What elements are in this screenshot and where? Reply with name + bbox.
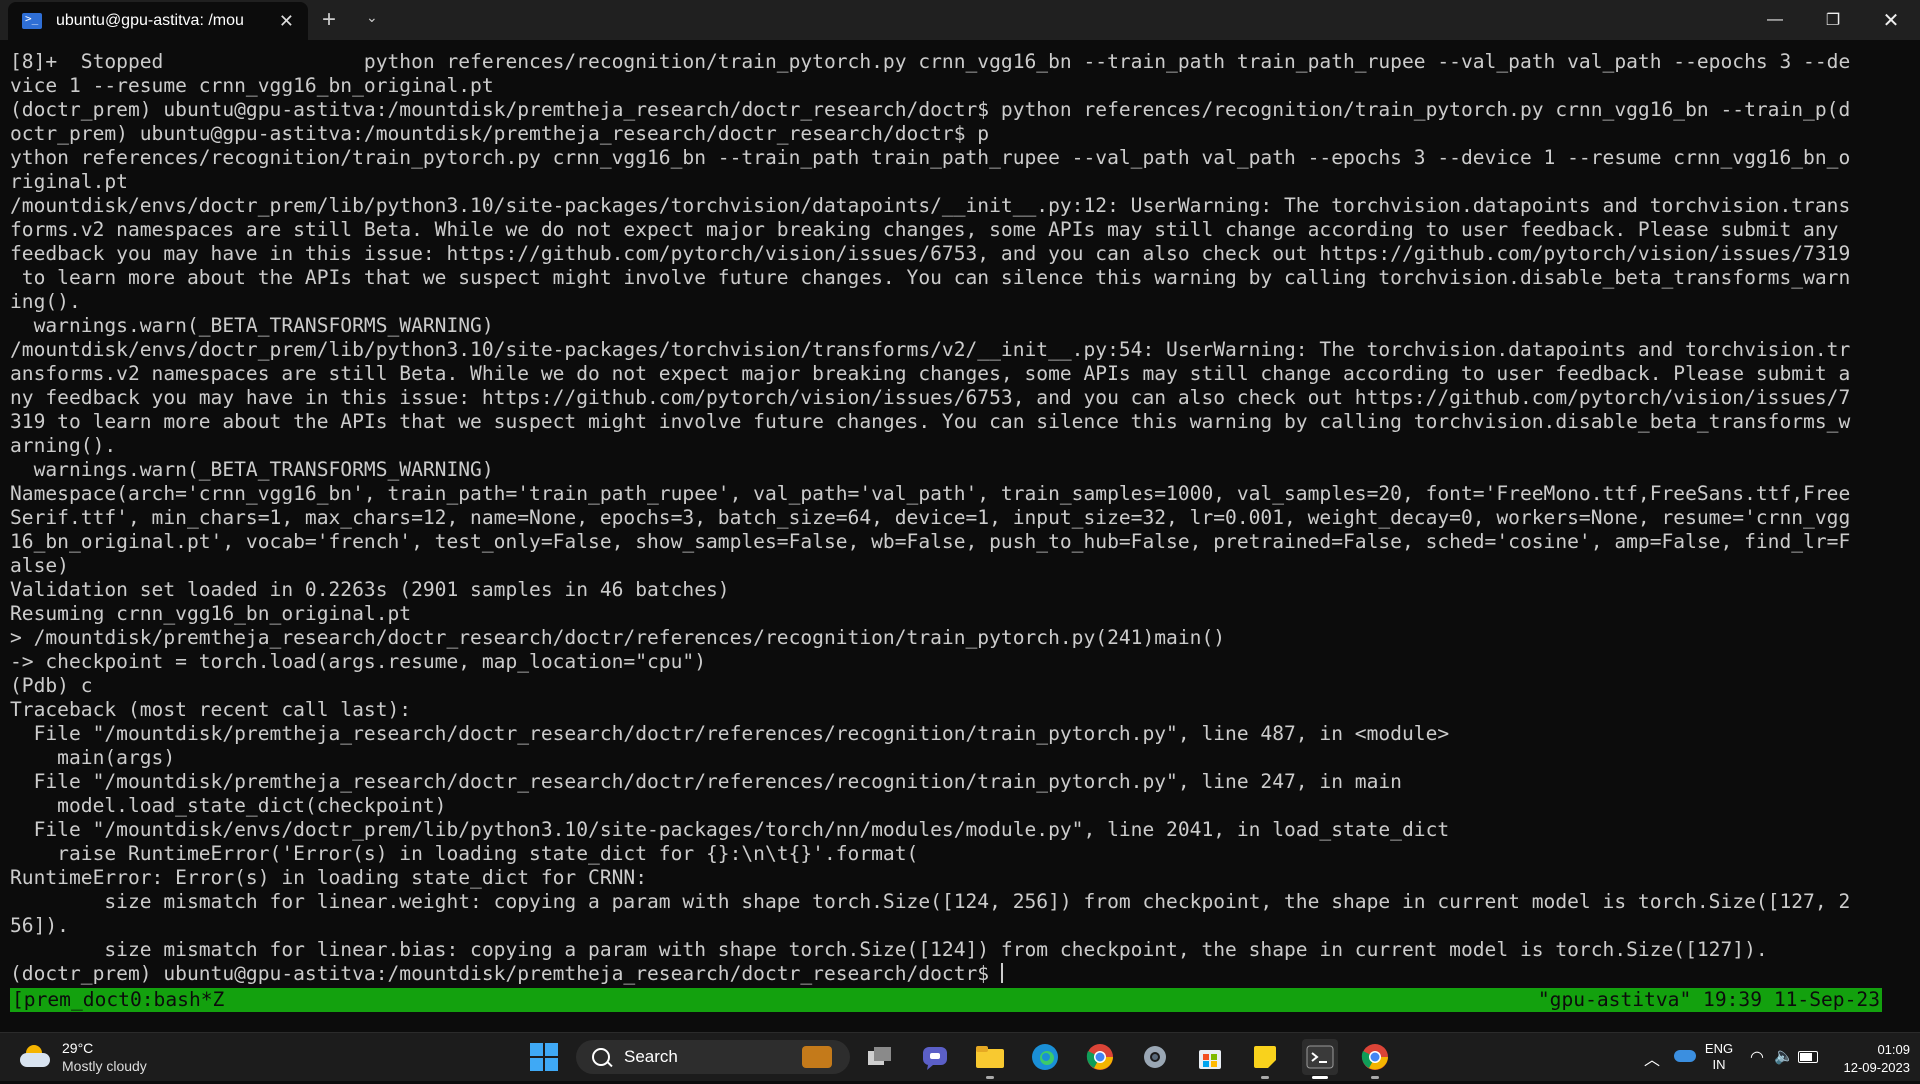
chrome-icon[interactable] <box>1082 1039 1118 1075</box>
terminal-line: [8]+ Stopped python references/recogniti… <box>10 50 1851 73</box>
terminal-line: (doctr_prem) ubuntu@gpu-astitva:/mountdi… <box>10 98 1851 121</box>
terminal-line: 16_bn_original.pt', vocab='french', test… <box>10 530 1851 553</box>
tmux-status-left: [prem_doct0:bash*Z <box>12 988 225 1011</box>
terminal-line: octr_prem) ubuntu@gpu-astitva:/mountdisk… <box>10 122 990 145</box>
windows-terminal-icon[interactable] <box>1302 1039 1338 1079</box>
terminal-line: 319 to learn more about the APIs that we… <box>10 410 1851 433</box>
clock-time: 01:09 <box>1877 1042 1910 1057</box>
weather-temperature: 29°C <box>62 1040 94 1056</box>
text-cursor <box>1000 963 1003 983</box>
terminal-line: > /mountdisk/premtheja_research/doctr_re… <box>10 626 1226 649</box>
tab-title: ubuntu@gpu-astitva: /mou <box>56 12 244 29</box>
teams-chat-icon[interactable] <box>917 1039 953 1075</box>
windows-start-icon[interactable] <box>526 1039 562 1075</box>
terminal-line: ing(). <box>10 290 81 313</box>
taskbar-search[interactable]: Search <box>576 1040 850 1074</box>
terminal-line: -> checkpoint = torch.load(args.resume, … <box>10 650 706 673</box>
terminal-line: arning(). <box>10 434 117 457</box>
terminal-line: forms.v2 namespaces are still Beta. Whil… <box>10 218 1839 241</box>
minimize-button[interactable]: — <box>1746 0 1804 40</box>
close-window-button[interactable]: ✕ <box>1862 0 1920 40</box>
tmux-status-right: "gpu-astitva" 19:39 11-Sep-23 <box>1537 988 1880 1011</box>
terminal-line: (doctr_prem) ubuntu@gpu-astitva:/mountdi… <box>10 962 1003 985</box>
terminal-line: ny feedback you may have in this issue: … <box>10 386 1851 409</box>
weather-description: Mostly cloudy <box>62 1058 147 1074</box>
chrome-icon[interactable] <box>1357 1039 1393 1079</box>
clock[interactable]: 01:09 12-09-2023 <box>1814 1041 1911 1077</box>
volume-icon[interactable]: 🔈 <box>1774 1046 1794 1066</box>
terminal-line: File "/mountdisk/premtheja_research/doct… <box>10 722 1450 745</box>
powershell-icon <box>22 12 42 29</box>
taskbar: 29°C Mostly cloudy Search ︿ ENG IN ◠ 🔈 0… <box>0 1032 1920 1081</box>
file-explorer-icon[interactable] <box>972 1039 1008 1079</box>
terminal-line: raise RuntimeError('Error(s) in loading … <box>10 842 919 865</box>
terminal-line: feedback you may have in this issue: htt… <box>10 242 1851 265</box>
terminal-lines: [8]+ Stopped python references/recogniti… <box>10 50 1910 986</box>
onedrive-cloud-icon[interactable] <box>1674 1050 1696 1062</box>
terminal-line: (Pdb) c <box>10 674 93 697</box>
terminal-line: Resuming crnn_vgg16_bn_original.pt <box>10 602 412 625</box>
terminal-line: main(args) <box>10 746 176 769</box>
language-code: ENG <box>1704 1041 1734 1056</box>
chevron-up-icon[interactable]: ︿ <box>1644 1046 1660 1070</box>
maximize-button[interactable]: ❐ <box>1804 0 1862 40</box>
terminal-line: size mismatch for linear.bias: copying a… <box>10 938 1768 961</box>
terminal-line: vice 1 --resume crnn_vgg16_bn_original.p… <box>10 74 494 97</box>
terminal-line: /mountdisk/envs/doctr_prem/lib/python3.1… <box>10 194 1851 217</box>
terminal-line: Namespace(arch='crnn_vgg16_bn', train_pa… <box>10 482 1851 505</box>
terminal-line: Serif.ttf', min_chars=1, max_chars=12, n… <box>10 506 1851 529</box>
clock-date: 12-09-2023 <box>1843 1060 1911 1075</box>
terminal-output[interactable]: [8]+ Stopped python references/recogniti… <box>0 40 1920 1040</box>
cloudy-weather-icon <box>20 1045 52 1069</box>
search-label: Search <box>624 1047 678 1066</box>
terminal-line: ython references/recognition/train_pytor… <box>10 146 1851 169</box>
terminal-line: RuntimeError: Error(s) in loading state_… <box>10 866 648 889</box>
terminal-line: model.load_state_dict(checkpoint) <box>10 794 447 817</box>
terminal-line: to learn more about the APIs that we sus… <box>10 266 1851 289</box>
terminal-line: ansforms.v2 namespaces are still Beta. W… <box>10 362 1851 385</box>
terminal-line: warnings.warn(_BETA_TRANSFORMS_WARNING) <box>10 314 494 337</box>
terminal-line: Validation set loaded in 0.2263s (2901 s… <box>10 578 730 601</box>
close-tab-icon[interactable]: ✕ <box>279 11 294 32</box>
terminal-line: File "/mountdisk/envs/doctr_prem/lib/pyt… <box>10 818 1450 841</box>
chevron-down-icon[interactable]: ⌄ <box>366 9 378 26</box>
search-icon <box>592 1048 610 1066</box>
language-indicator[interactable]: ENG IN <box>1694 1041 1744 1073</box>
sticky-notes-icon[interactable] <box>1247 1039 1283 1079</box>
microsoft-store-icon[interactable] <box>1192 1039 1228 1075</box>
terminal-line: warnings.warn(_BETA_TRANSFORMS_WARNING) <box>10 458 494 481</box>
terminal-line: size mismatch for linear.weight: copying… <box>10 890 1851 913</box>
wifi-icon[interactable]: ◠ <box>1750 1047 1764 1067</box>
tmux-status-bar: [prem_doct0:bash*Z "gpu-astitva" 19:39 1… <box>10 988 1882 1012</box>
settings-gear-icon[interactable] <box>1137 1039 1173 1075</box>
weather-widget[interactable]: 29°C Mostly cloudy <box>20 1035 147 1079</box>
edge-browser-icon[interactable] <box>1027 1039 1063 1075</box>
terminal-line: alse) <box>10 554 69 577</box>
terminal-line: 56]). <box>10 914 69 937</box>
terminal-tab[interactable]: ubuntu@gpu-astitva: /mou ✕ <box>8 2 308 40</box>
title-bar: ubuntu@gpu-astitva: /mou ✕ + ⌄ — ❐ ✕ <box>0 0 1920 40</box>
terminal-line: riginal.pt <box>10 170 128 193</box>
terminal-line: File "/mountdisk/premtheja_research/doct… <box>10 770 1402 793</box>
terminal-line: /mountdisk/envs/doctr_prem/lib/python3.1… <box>10 338 1851 361</box>
region-code: IN <box>1712 1057 1726 1072</box>
task-view-icon[interactable] <box>862 1039 898 1075</box>
new-tab-button[interactable]: + <box>322 6 336 34</box>
search-highlight-icon <box>802 1046 832 1068</box>
terminal-line: Traceback (most recent call last): <box>10 698 412 721</box>
